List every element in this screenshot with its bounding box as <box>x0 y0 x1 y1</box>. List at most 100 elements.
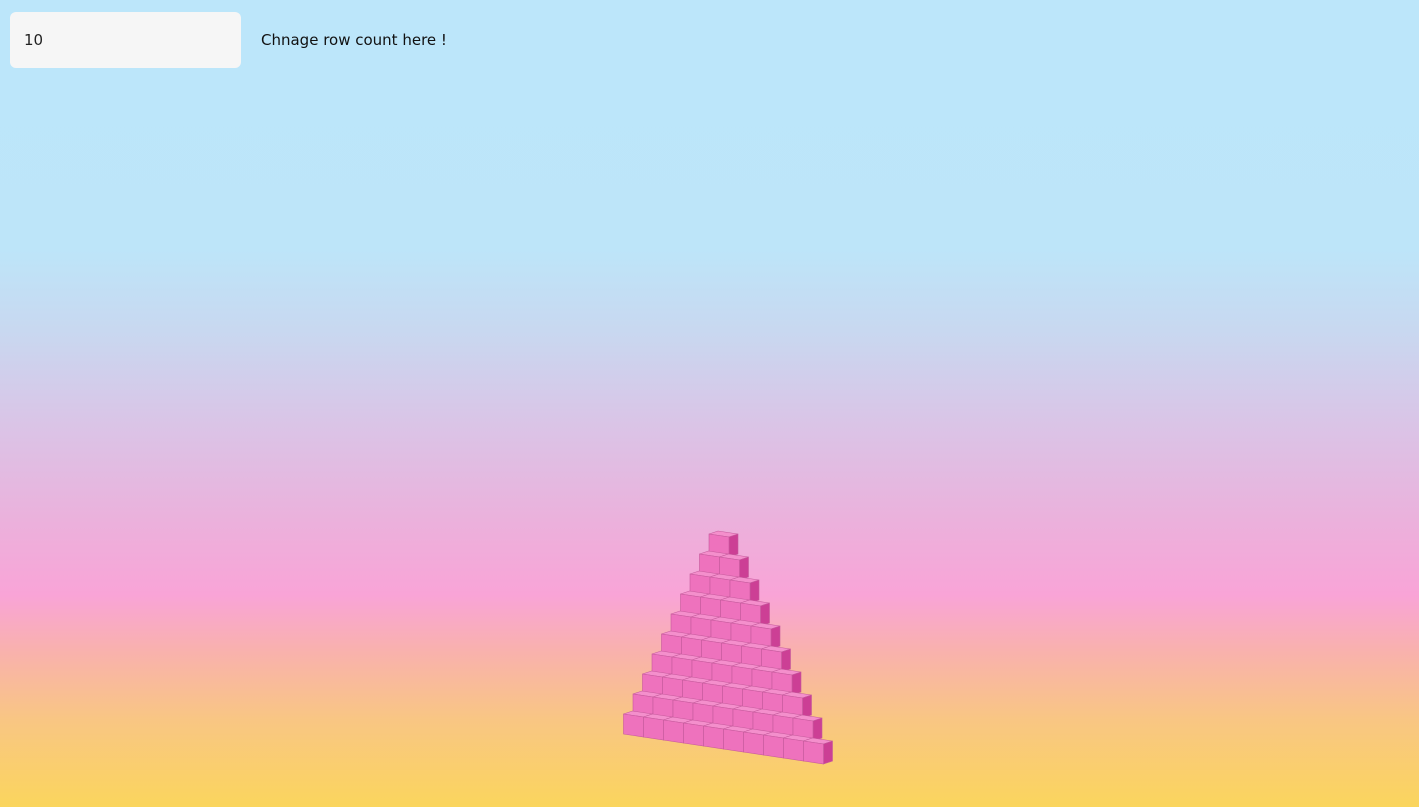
cube-side-face <box>792 714 803 739</box>
cube-front-face <box>731 665 753 690</box>
cube-side-face <box>752 708 763 733</box>
cube <box>772 711 803 739</box>
cube-top-face <box>680 590 710 598</box>
cube-front-face <box>782 694 803 719</box>
cube <box>652 693 683 721</box>
cube-side-face <box>791 671 802 696</box>
cube-top-face <box>743 728 773 736</box>
cube-top-face <box>689 570 720 578</box>
cube-front-face <box>711 662 733 687</box>
cube-top-face <box>719 553 749 561</box>
cube-front-face <box>751 668 773 693</box>
cube-top-face <box>712 702 743 710</box>
cube-front-face <box>683 722 704 747</box>
cube <box>722 682 752 710</box>
cube <box>743 728 773 756</box>
cube-side-face <box>761 645 771 670</box>
row-count-controls: Chnage row count here ! <box>10 12 447 68</box>
pyramid-row <box>689 570 760 604</box>
cube-side-face <box>703 722 713 747</box>
cube <box>732 705 763 733</box>
cube-side-face <box>739 556 749 581</box>
cube-side-face <box>720 596 730 621</box>
cube-side-face <box>783 734 793 759</box>
cube-front-face <box>682 679 703 704</box>
row-count-input[interactable] <box>10 12 241 68</box>
cube-top-face <box>661 630 691 638</box>
cube-top-face <box>709 573 740 581</box>
cube <box>680 590 710 618</box>
cube-front-face <box>672 699 694 724</box>
cube <box>710 616 741 644</box>
cube-front-face <box>623 713 644 738</box>
cube-top-face <box>803 737 833 745</box>
cube-front-face <box>792 717 814 742</box>
cube <box>699 550 729 578</box>
cube-front-face <box>723 728 744 753</box>
pyramid-row <box>708 530 739 558</box>
cube-top-face <box>741 642 771 650</box>
row-count-hint: Chnage row count here ! <box>261 31 447 49</box>
cube-top-face <box>652 693 683 701</box>
cube-side-face <box>812 717 823 742</box>
cube-side-face <box>823 740 833 765</box>
pyramid-row <box>699 550 749 581</box>
cube-front-face <box>721 642 742 667</box>
cube-side-face <box>751 665 762 690</box>
cube-top-face <box>783 734 813 742</box>
cube-top-face <box>672 696 703 704</box>
cube <box>670 610 701 638</box>
cube <box>700 593 730 621</box>
cube-top-face <box>651 650 682 658</box>
cube <box>762 688 792 716</box>
cube-side-face <box>729 576 740 601</box>
cube <box>709 573 740 601</box>
cube <box>642 670 672 698</box>
cube-front-face <box>803 740 824 765</box>
cube-top-face <box>708 530 739 538</box>
cube <box>689 570 720 598</box>
cube <box>742 685 772 713</box>
cube <box>719 553 749 581</box>
cube-front-face <box>651 653 673 678</box>
cube-front-face <box>763 734 784 759</box>
cube <box>672 696 703 724</box>
cube <box>701 636 731 664</box>
pyramid-row <box>623 710 833 765</box>
cube <box>750 622 781 650</box>
cube-side-face <box>743 728 753 753</box>
cube <box>683 719 713 747</box>
cube-side-face <box>682 676 692 701</box>
cube <box>690 613 721 641</box>
cube-side-face <box>683 719 693 744</box>
cube <box>721 639 751 667</box>
cube-front-face <box>691 659 713 684</box>
cube <box>702 679 732 707</box>
cube-front-face <box>699 553 720 578</box>
cube-side-face <box>722 682 732 707</box>
pyramid-row <box>651 650 802 696</box>
cube-front-face <box>708 533 730 558</box>
cube-front-face <box>690 616 712 641</box>
cube-front-face <box>762 691 783 716</box>
pyramid-row <box>642 670 812 719</box>
cube-top-face <box>682 676 712 684</box>
cube-front-face <box>742 688 763 713</box>
cube-front-face <box>663 719 684 744</box>
cube-front-face <box>702 682 723 707</box>
cube-side-face <box>652 693 663 718</box>
pyramid-row <box>661 630 791 673</box>
cube-top-face <box>762 688 792 696</box>
cube-front-face <box>771 671 793 696</box>
cube <box>761 645 791 673</box>
cube <box>712 702 743 730</box>
cube-front-face <box>710 619 732 644</box>
cube-side-face <box>691 656 702 681</box>
pyramid-row <box>632 690 823 742</box>
cube-side-face <box>719 553 729 578</box>
cube <box>623 710 653 738</box>
cube <box>681 633 711 661</box>
cube-top-face <box>701 636 731 644</box>
cube-top-face <box>623 710 653 718</box>
cube <box>723 725 753 753</box>
